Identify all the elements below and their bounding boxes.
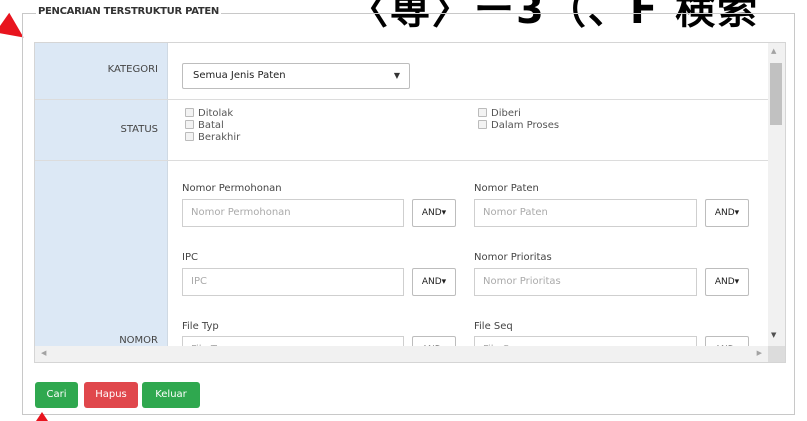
nomor-permohonan-operator-button[interactable]: AND▾ <box>412 199 456 227</box>
ipc-input[interactable]: IPC <box>182 268 404 296</box>
checkbox-icon <box>478 108 487 117</box>
fieldset-legend: PENCARIAN TERSTRUKTUR PATEN <box>36 6 221 17</box>
file-seq-operator-button[interactable]: AND▾ <box>705 336 749 346</box>
scroll-down-icon[interactable]: ▼ <box>771 331 776 339</box>
checkbox-icon <box>185 108 194 117</box>
checkbox-icon <box>478 120 487 129</box>
scroll-right-icon[interactable]: ▶ <box>757 349 762 357</box>
keluar-button[interactable]: Keluar <box>142 382 200 408</box>
vertical-scrollbar[interactable]: ▲ ▼ <box>768 43 785 346</box>
nomor-label: NOMOR <box>119 335 158 346</box>
kategori-selected-value: Semua Jenis Paten <box>193 70 286 81</box>
caret-down-icon: ▼ <box>393 71 400 80</box>
scroll-up-icon[interactable]: ▲ <box>771 47 776 55</box>
search-form-table: KATEGORI Semua Jenis Paten ▼ STATUS Dito… <box>35 43 768 346</box>
status-label-cell: STATUS <box>35 100 168 160</box>
checkbox-berakhir[interactable]: Berakhir <box>185 132 240 143</box>
hapus-button[interactable]: Hapus <box>84 382 138 408</box>
kategori-select[interactable]: Semua Jenis Paten ▼ <box>182 63 410 89</box>
nomor-prioritas-operator-button[interactable]: AND▾ <box>705 268 749 296</box>
nomor-paten-operator-button[interactable]: AND▾ <box>705 199 749 227</box>
row-kategori: KATEGORI Semua Jenis Paten ▼ <box>35 43 768 100</box>
nomor-permohonan-input[interactable]: Nomor Permohonan <box>182 199 404 227</box>
status-label: STATUS <box>120 124 158 135</box>
annotation-arrow-icon <box>36 412 48 421</box>
file-seq-input[interactable]: File Seq <box>474 336 697 346</box>
checkbox-ditolak[interactable]: Ditolak <box>185 108 233 119</box>
ipc-label: IPC <box>182 252 198 263</box>
nomor-permohonan-label: Nomor Permohonan <box>182 183 282 194</box>
checkbox-batal[interactable]: Batal <box>185 120 224 131</box>
row-nomor: NOMOR Nomor Permohonan Nomor Permohonan … <box>35 161 768 346</box>
nomor-paten-label: Nomor Paten <box>474 183 539 194</box>
file-typ-input[interactable]: File Typ <box>182 336 404 346</box>
cari-button[interactable]: Cari <box>35 382 78 408</box>
checkbox-icon <box>185 132 194 141</box>
file-typ-operator-button[interactable]: AND▾ <box>412 336 456 346</box>
nomor-label-cell: NOMOR <box>35 161 168 346</box>
checkbox-diberi[interactable]: Diberi <box>478 108 521 119</box>
search-form-viewport: KATEGORI Semua Jenis Paten ▼ STATUS Dito… <box>34 42 786 363</box>
ipc-operator-button[interactable]: AND▾ <box>412 268 456 296</box>
scrollbar-corner <box>768 346 785 362</box>
row-status: STATUS Ditolak Batal Berakhir Diberi Dal… <box>35 100 768 161</box>
kategori-label-cell: KATEGORI <box>35 43 168 99</box>
nomor-prioritas-input[interactable]: Nomor Prioritas <box>474 268 697 296</box>
file-typ-label: File Typ <box>182 321 219 332</box>
kategori-label: KATEGORI <box>107 64 158 75</box>
nomor-paten-input[interactable]: Nomor Paten <box>474 199 697 227</box>
file-seq-label: File Seq <box>474 321 513 332</box>
vertical-scroll-thumb[interactable] <box>770 63 782 125</box>
horizontal-scrollbar[interactable]: ◀ ▶ <box>35 346 768 362</box>
scroll-left-icon[interactable]: ◀ <box>41 349 46 357</box>
checkbox-dalam-proses[interactable]: Dalam Proses <box>478 120 559 131</box>
checkbox-icon <box>185 120 194 129</box>
nomor-prioritas-label: Nomor Prioritas <box>474 252 552 263</box>
